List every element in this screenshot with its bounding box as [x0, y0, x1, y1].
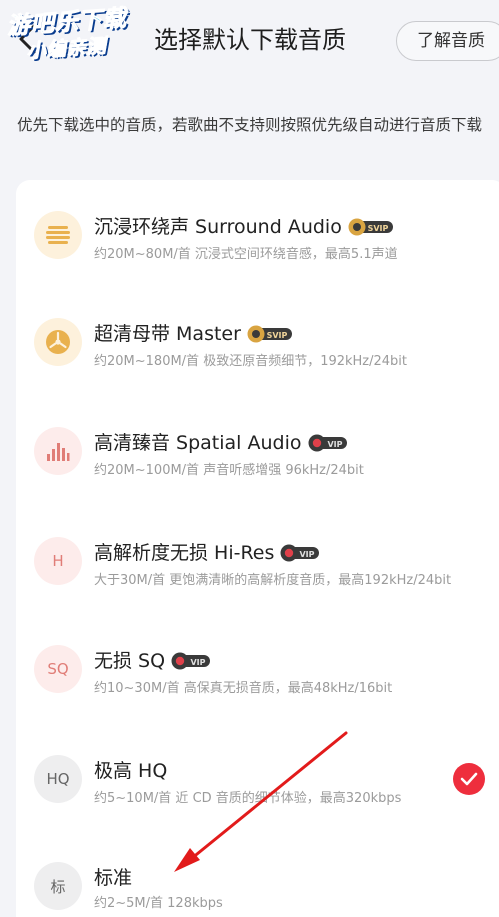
- option-surround-audio[interactable]: 沉浸环绕声 Surround Audio SVIP 约20M~80M/首 沉浸式…: [16, 185, 499, 285]
- option-subtitle: 约20M~180M/首 极致还原音频细节，192kHz/24bit: [94, 354, 408, 369]
- watermark-logo: 游吧乐下载 小编亲测: [6, 3, 150, 75]
- spatial-audio-icon: [34, 427, 82, 475]
- option-name: 无损 SQ VIP: [94, 648, 211, 674]
- svip-badge-icon: SVIP: [348, 218, 393, 236]
- option-subtitle: 大于30M/首 更饱满清晰的高解析度音质，最高192kHz/24bit: [94, 573, 452, 588]
- quality-options-card: 沉浸环绕声 Surround Audio SVIP 约20M~80M/首 沉浸式…: [16, 180, 499, 917]
- option-name: 高清臻音 Spatial Audio VIP: [94, 430, 348, 456]
- vip-badge-icon: VIP: [308, 434, 347, 452]
- option-hi-res[interactable]: H 高解析度无损 Hi-Res VIP 大于30M/首 更饱满清晰的高解析度音质…: [16, 511, 499, 611]
- svg-text:SVIP: SVIP: [267, 331, 288, 340]
- hq-icon-text: HQ: [46, 770, 70, 788]
- master-icon: [34, 318, 82, 366]
- option-name-text: 极高 HQ: [94, 760, 168, 782]
- svip-badge-icon: SVIP: [247, 325, 292, 343]
- page-title: 选择默认下载音质: [154, 26, 346, 54]
- header: 游吧乐下载 小编亲测 选择默认下载音质 了解音质: [0, 0, 499, 80]
- option-name: 极高 HQ: [94, 758, 167, 784]
- surround-audio-icon: [34, 211, 82, 259]
- option-subtitle: 约2~5M/首 128kbps: [94, 896, 223, 911]
- option-name-text: 超清母带 Master: [94, 323, 241, 345]
- option-name: 标准: [94, 865, 132, 891]
- vip-badge-icon: VIP: [171, 652, 211, 670]
- option-sq[interactable]: SQ 无损 SQ VIP 约10~30M/首 高保真无损音质，最高48kHz/1…: [16, 619, 499, 719]
- svg-text:VIP: VIP: [191, 658, 206, 667]
- option-subtitle: 约5~10M/首 近 CD 音质的细节体验，最高320kbps: [94, 791, 402, 806]
- vip-badge-icon: VIP: [280, 544, 320, 562]
- learn-quality-button[interactable]: 了解音质: [396, 21, 499, 61]
- option-name: 沉浸环绕声 Surround Audio SVIP: [94, 214, 394, 240]
- hq-icon: HQ: [34, 755, 82, 803]
- option-hq[interactable]: HQ 极高 HQ 约5~10M/首 近 CD 音质的细节体验，最高320kbps: [16, 729, 499, 829]
- option-subtitle: 约20M~80M/首 沉浸式空间环绕音感，最高5.1声道: [94, 247, 398, 262]
- option-name-text: 高解析度无损 Hi-Res: [94, 542, 275, 564]
- option-name-text: 高清臻音 Spatial Audio: [94, 432, 302, 454]
- description-text: 优先下载选中的音质，若歌曲不支持则按照优先级自动进行音质下载: [17, 116, 483, 134]
- option-subtitle: 约20M~100M/首 声音听感增强 96kHz/24bit: [94, 463, 364, 478]
- hires-icon-text: H: [52, 552, 64, 570]
- svg-text:SVIP: SVIP: [367, 224, 388, 233]
- standard-icon: 标: [34, 862, 82, 910]
- option-name-text: 标准: [94, 867, 133, 889]
- svg-text:VIP: VIP: [300, 550, 315, 559]
- option-spatial-audio[interactable]: 高清臻音 Spatial Audio VIP 约20M~100M/首 声音听感增…: [16, 401, 499, 501]
- option-name-text: 无损 SQ: [94, 650, 166, 672]
- option-standard[interactable]: 标 标准 约2~5M/首 128kbps: [16, 836, 499, 917]
- option-name: 超清母带 Master SVIP: [94, 321, 293, 347]
- svg-text:VIP: VIP: [327, 440, 342, 449]
- hires-icon: H: [34, 537, 82, 585]
- option-master[interactable]: 超清母带 Master SVIP 约20M~180M/首 极致还原音频细节，19…: [16, 292, 499, 392]
- option-name: 高解析度无损 Hi-Res VIP: [94, 540, 320, 566]
- option-subtitle: 约10~30M/首 高保真无损音质，最高48kHz/16bit: [94, 681, 393, 696]
- sq-icon-text: SQ: [47, 660, 69, 678]
- sq-icon: SQ: [34, 645, 82, 693]
- standard-icon-text: 标: [50, 877, 66, 896]
- selected-check-icon: [453, 763, 485, 795]
- option-name-text: 沉浸环绕声 Surround Audio: [94, 216, 342, 238]
